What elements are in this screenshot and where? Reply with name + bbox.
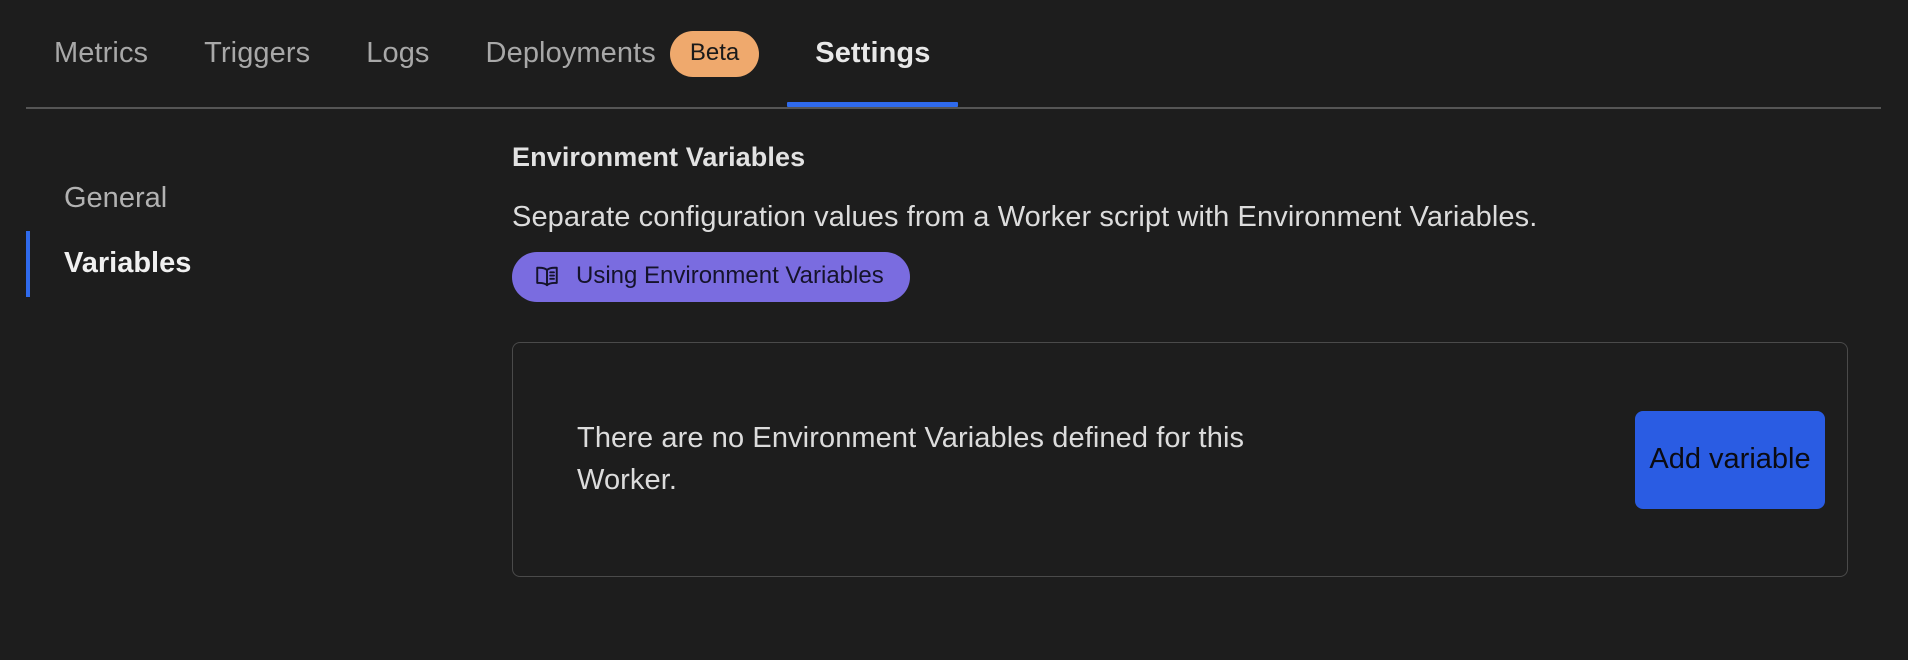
tab-settings[interactable]: Settings <box>787 0 958 107</box>
tab-settings-label: Settings <box>815 39 930 68</box>
sidebar-item-variables[interactable]: Variables <box>0 231 480 296</box>
tab-triggers[interactable]: Triggers <box>176 0 338 107</box>
book-icon <box>534 263 560 289</box>
using-environment-variables-label: Using Environment Variables <box>576 264 884 288</box>
tab-triggers-label: Triggers <box>204 39 310 68</box>
add-variable-button[interactable]: Add variable <box>1635 411 1825 509</box>
environment-variables-card-inner: There are no Environment Variables defin… <box>513 343 1847 576</box>
main-content: Environment Variables Separate configura… <box>512 112 1852 577</box>
beta-badge: Beta <box>670 31 759 77</box>
tab-list: Metrics Triggers Logs Deployments Beta S… <box>26 0 958 107</box>
tab-logs-label: Logs <box>366 39 429 68</box>
sidebar-item-general[interactable]: General <box>0 166 480 231</box>
sidebar-item-general-label: General <box>64 182 167 214</box>
tab-metrics[interactable]: Metrics <box>26 0 176 107</box>
worker-settings-page: Metrics Triggers Logs Deployments Beta S… <box>0 0 1908 660</box>
tab-bar-divider <box>26 107 1881 109</box>
page-title: Environment Variables <box>512 142 1852 173</box>
tab-logs[interactable]: Logs <box>338 0 457 107</box>
empty-state-message: There are no Environment Variables defin… <box>577 418 1337 500</box>
tab-bar: Metrics Triggers Logs Deployments Beta S… <box>0 0 1908 112</box>
tab-deployments-label: Deployments <box>486 39 656 68</box>
tab-deployments[interactable]: Deployments Beta <box>458 0 788 107</box>
using-environment-variables-link[interactable]: Using Environment Variables <box>512 252 910 302</box>
sidebar-item-variables-indicator <box>26 231 30 296</box>
settings-body: General Variables Environment Variables … <box>0 112 1908 660</box>
settings-sidebar: General Variables <box>0 112 480 297</box>
environment-variables-card: There are no Environment Variables defin… <box>512 342 1848 577</box>
tab-metrics-label: Metrics <box>54 39 148 68</box>
sidebar-item-variables-label: Variables <box>64 247 191 279</box>
section-description: Separate configuration values from a Wor… <box>512 201 1852 234</box>
